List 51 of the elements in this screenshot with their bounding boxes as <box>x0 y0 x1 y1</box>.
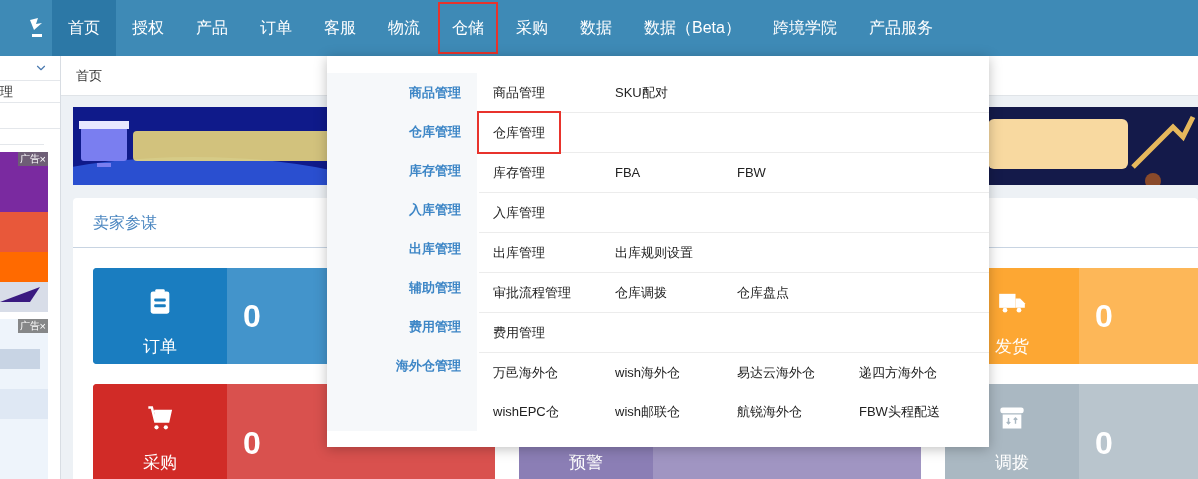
menu-category: 库存管理 <box>409 162 461 180</box>
menu-item[interactable]: 仓库盘点 <box>723 273 803 312</box>
nav-tab[interactable]: 物流 <box>372 0 436 56</box>
tile-count: 0 <box>1095 297 1113 336</box>
card-title: 卖家参谋 <box>93 212 157 233</box>
menu-item[interactable]: 仓库调拨 <box>601 273 681 312</box>
sidebar-item[interactable]: 理 <box>0 82 13 102</box>
menu-category: 费用管理 <box>409 318 461 336</box>
ad-label: 广告 <box>19 319 40 333</box>
nav-tab[interactable]: 产品服务 <box>852 0 949 56</box>
menu-item[interactable]: 仓库管理 <box>479 113 559 152</box>
cart-icon <box>146 404 174 432</box>
menu-item[interactable]: 入库管理 <box>479 193 559 232</box>
menu-category: 商品管理 <box>409 84 461 102</box>
nav-tab[interactable]: 授权 <box>116 0 180 56</box>
nav-tab[interactable]: 跨境学院 <box>756 0 853 56</box>
nav-tab[interactable]: 仓储 <box>436 0 500 56</box>
tile-label: 调拨 <box>995 452 1029 474</box>
tile-count: 0 <box>243 424 261 463</box>
menu-category: 仓库管理 <box>409 123 461 141</box>
breadcrumb[interactable]: 首页 <box>76 65 102 86</box>
tile-label: 订单 <box>143 336 177 358</box>
menu-item[interactable]: 出库规则设置 <box>601 233 707 272</box>
nav-tab[interactable]: 采购 <box>500 0 564 56</box>
nav-tab[interactable]: 订单 <box>244 0 308 56</box>
menu-category: 入库管理 <box>409 201 461 219</box>
menu-item[interactable]: 航锐海外仓 <box>723 392 816 431</box>
nav-tab[interactable]: 首页 <box>52 0 116 56</box>
menu-item[interactable]: FBA <box>601 153 655 192</box>
tile-count: 0 <box>243 297 261 336</box>
tile-label: 发货 <box>995 336 1029 358</box>
tile-count: 0 <box>1095 424 1113 463</box>
ad-label: 广告 <box>19 152 40 167</box>
menu-item[interactable]: 易达云海外仓 <box>723 353 829 392</box>
menu-item[interactable]: 商品管理 <box>479 73 559 112</box>
nav-tab[interactable]: 数据（Beta） <box>628 0 757 56</box>
tile-label: 预警 <box>569 452 603 474</box>
close-button[interactable]: × <box>39 319 46 333</box>
menu-item[interactable]: wish邮联仓 <box>601 392 694 431</box>
nav-tab[interactable]: 数据 <box>564 0 628 56</box>
menu-item[interactable]: FBW <box>723 153 780 192</box>
tile-label: 采购 <box>143 452 177 474</box>
menu-item[interactable]: 库存管理 <box>479 153 559 192</box>
logo-icon <box>30 16 44 40</box>
close-button[interactable]: × <box>39 152 46 167</box>
nav-tab[interactable]: 产品 <box>180 0 244 56</box>
menu-item[interactable]: SKU配对 <box>601 73 682 112</box>
menu-category: 出库管理 <box>409 240 461 258</box>
menu-item[interactable]: wish海外仓 <box>601 353 694 392</box>
menu-category: 辅助管理 <box>409 279 461 297</box>
nav-tab[interactable]: 客服 <box>308 0 372 56</box>
